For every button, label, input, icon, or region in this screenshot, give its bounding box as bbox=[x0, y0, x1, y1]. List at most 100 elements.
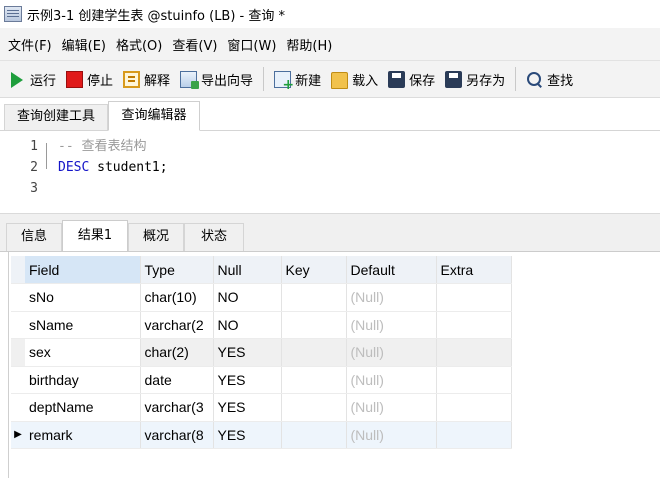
row-indicator[interactable] bbox=[11, 393, 25, 422]
result-tabs: 信息 结果1 概况 状态 bbox=[0, 213, 660, 252]
tab-info[interactable]: 信息 bbox=[6, 223, 62, 252]
line-number: 2 bbox=[30, 160, 38, 175]
tab-status[interactable]: 状态 bbox=[184, 223, 244, 252]
cell-key[interactable] bbox=[281, 366, 347, 394]
cell-field[interactable]: sName bbox=[25, 311, 141, 339]
stop-button[interactable]: 停止 bbox=[61, 66, 118, 92]
load-label: 载入 bbox=[352, 73, 379, 89]
find-button[interactable]: 查找 bbox=[521, 66, 578, 92]
column-header-extra[interactable]: Extra bbox=[436, 256, 512, 284]
sql-editor[interactable]: 1 2 3 -- 查看表结构 DESC student1; bbox=[0, 131, 660, 213]
column-header-type[interactable]: Type bbox=[140, 256, 214, 284]
line-number: 3 bbox=[30, 181, 38, 196]
save-button[interactable]: 保存 bbox=[383, 66, 440, 92]
cell-key[interactable] bbox=[281, 338, 347, 367]
cell-field[interactable]: sex bbox=[25, 338, 141, 367]
cell-default[interactable]: (Null) bbox=[346, 338, 437, 367]
table-row[interactable]: sName varchar(2 NO (Null) bbox=[11, 311, 512, 339]
cell-field[interactable]: sNo bbox=[25, 283, 141, 312]
cell-field[interactable]: deptName bbox=[25, 393, 141, 422]
cell-default[interactable]: (Null) bbox=[346, 283, 437, 312]
result-table: Field Type Null Key Default Extra sNo ch… bbox=[11, 256, 512, 449]
cell-type[interactable]: varchar(2 bbox=[140, 311, 214, 339]
save-icon bbox=[388, 70, 406, 88]
menu-view[interactable]: 查看(V) bbox=[167, 35, 222, 54]
explain-label: 解释 bbox=[144, 73, 171, 89]
folder-icon bbox=[331, 72, 349, 89]
cell-type[interactable]: date bbox=[140, 366, 214, 394]
cell-null[interactable]: NO bbox=[213, 283, 282, 312]
cell-key[interactable] bbox=[281, 283, 347, 312]
cell-null[interactable]: YES bbox=[213, 393, 282, 422]
tab-result1[interactable]: 结果1 bbox=[62, 220, 128, 252]
cell-null[interactable]: NO bbox=[213, 311, 282, 339]
tab-query-editor[interactable]: 查询编辑器 bbox=[108, 101, 200, 131]
sql-statement-rest: student1; bbox=[89, 160, 168, 175]
table-row[interactable]: sNo char(10) NO (Null) bbox=[11, 283, 512, 312]
toolbar: 运行 停止 解释 导出向导 新建 载入 保存 另存为 查找 bbox=[0, 60, 660, 98]
cell-extra[interactable] bbox=[436, 366, 512, 394]
export-wizard-button[interactable]: 导出向导 bbox=[175, 66, 258, 92]
cell-type[interactable]: char(10) bbox=[140, 283, 214, 312]
new-button[interactable]: 新建 bbox=[269, 66, 326, 93]
row-indicator[interactable] bbox=[11, 311, 25, 339]
editor-tabs: 查询创建工具 查询编辑器 bbox=[0, 98, 660, 131]
save-as-button[interactable]: 另存为 bbox=[440, 66, 510, 92]
cell-default[interactable]: (Null) bbox=[346, 393, 437, 422]
column-header-default[interactable]: Default bbox=[346, 256, 437, 284]
cell-extra[interactable] bbox=[436, 421, 512, 449]
cell-null[interactable]: YES bbox=[213, 338, 282, 367]
cell-extra[interactable] bbox=[436, 338, 512, 367]
cell-type[interactable]: varchar(8 bbox=[140, 421, 214, 449]
app-icon bbox=[4, 6, 22, 22]
cell-null[interactable]: YES bbox=[213, 421, 282, 449]
cell-default[interactable]: (Null) bbox=[346, 311, 437, 339]
run-button[interactable]: 运行 bbox=[4, 66, 61, 92]
table-row[interactable]: sex char(2) YES (Null) bbox=[11, 338, 512, 367]
menu-bar: 文件(F) 编辑(E) 格式(O) 查看(V) 窗口(W) 帮助(H) bbox=[0, 28, 660, 60]
run-label: 运行 bbox=[30, 73, 57, 89]
column-header-null[interactable]: Null bbox=[213, 256, 282, 284]
cell-extra[interactable] bbox=[436, 283, 512, 312]
cell-default[interactable]: (Null) bbox=[346, 366, 437, 394]
current-row-indicator-icon[interactable]: ▶ bbox=[11, 421, 25, 449]
row-indicator[interactable] bbox=[11, 366, 25, 394]
explain-button[interactable]: 解释 bbox=[118, 66, 175, 92]
table-row-selected[interactable]: ▶ remark varchar(8 YES (Null) bbox=[11, 421, 512, 449]
menu-help[interactable]: 帮助(H) bbox=[281, 35, 337, 54]
cell-key[interactable] bbox=[281, 311, 347, 339]
row-indicator[interactable] bbox=[11, 338, 25, 367]
menu-edit[interactable]: 编辑(E) bbox=[57, 35, 111, 54]
cell-field[interactable]: birthday bbox=[25, 366, 141, 394]
tab-overview[interactable]: 概况 bbox=[128, 223, 184, 252]
cell-key[interactable] bbox=[281, 421, 347, 449]
cell-extra[interactable] bbox=[436, 311, 512, 339]
cell-type[interactable]: char(2) bbox=[140, 338, 214, 367]
cell-key[interactable] bbox=[281, 393, 347, 422]
tab-query-builder[interactable]: 查询创建工具 bbox=[4, 104, 108, 130]
search-icon bbox=[526, 71, 543, 88]
menu-window[interactable]: 窗口(W) bbox=[222, 35, 281, 54]
stop-icon bbox=[66, 70, 84, 88]
cell-extra[interactable] bbox=[436, 393, 512, 422]
header-row: Field Type Null Key Default Extra bbox=[11, 256, 512, 284]
line-number: 1 bbox=[30, 139, 38, 154]
menu-format[interactable]: 格式(O) bbox=[111, 35, 167, 54]
table-row[interactable]: deptName varchar(3 YES (Null) bbox=[11, 393, 512, 422]
code-area[interactable]: -- 查看表结构 DESC student1; bbox=[58, 136, 168, 199]
row-indicator[interactable] bbox=[11, 283, 25, 312]
load-button[interactable]: 载入 bbox=[326, 66, 383, 92]
cell-default[interactable]: (Null) bbox=[346, 421, 437, 449]
toolbar-separator bbox=[515, 67, 517, 91]
menu-file[interactable]: 文件(F) bbox=[3, 35, 57, 54]
row-header-corner bbox=[11, 256, 25, 284]
cell-type[interactable]: varchar(3 bbox=[140, 393, 214, 422]
column-header-key[interactable]: Key bbox=[281, 256, 347, 284]
column-header-field[interactable]: Field bbox=[25, 256, 141, 284]
save-as-label: 另存为 bbox=[466, 73, 506, 89]
table-row[interactable]: birthday date YES (Null) bbox=[11, 366, 512, 394]
cell-field[interactable]: remark bbox=[25, 421, 141, 449]
cell-null[interactable]: YES bbox=[213, 366, 282, 394]
explain-icon bbox=[123, 70, 141, 88]
